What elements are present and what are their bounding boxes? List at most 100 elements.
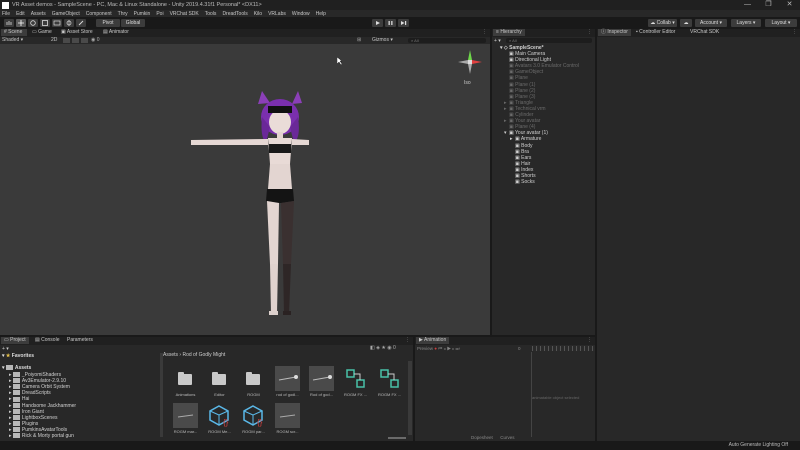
hierarchy-item[interactable]: ▣ Directional Light — [504, 57, 551, 63]
effects-toggle-icon[interactable] — [81, 38, 88, 43]
zoom-slider[interactable] — [388, 437, 406, 439]
breadcrumb-current[interactable]: Rod of Godly Might — [182, 352, 225, 358]
menu-tools[interactable]: Tools — [205, 11, 217, 17]
inspector-menu-icon[interactable]: ⋮ — [792, 29, 797, 36]
pivot-toggle[interactable]: Pivot — [96, 19, 120, 27]
hierarchy-search-input[interactable]: ⌕ All — [506, 38, 592, 43]
hierarchy-item[interactable]: ▸ ▣ Technical vrm — [504, 106, 546, 112]
animation-menu-icon[interactable]: ⋮ — [587, 337, 592, 344]
project-folder-item[interactable]: ▸ LightboxScenes — [9, 415, 58, 421]
assets-root-node[interactable]: ▾ Assets — [2, 365, 31, 371]
project-folder-item[interactable]: ▸ _PoiyomiShaders — [9, 372, 61, 378]
avatar-model[interactable] — [190, 89, 310, 335]
hierarchy-item[interactable]: ▣ Shorts — [510, 173, 536, 179]
hierarchy-item[interactable]: ▣ Bra — [510, 149, 529, 155]
play-button[interactable] — [372, 19, 383, 27]
project-folder-item[interactable]: ▸ Rick & Morty portal gun — [9, 433, 74, 439]
hierarchy-item[interactable]: ▣ Hair — [510, 161, 530, 167]
project-folder-item[interactable]: ▸ Hai — [9, 396, 29, 402]
tab-project[interactable]: ▭ Project — [1, 337, 29, 344]
dopesheet-tab[interactable]: Dopesheet — [471, 435, 493, 440]
close-button[interactable]: ✕ — [779, 0, 800, 10]
hidden-packages-icon[interactable]: ◉ — [387, 345, 391, 351]
move-tool-button[interactable] — [16, 19, 26, 27]
filter-label-icon[interactable]: ◈ — [376, 345, 380, 351]
tab-parameters[interactable]: Parameters — [64, 337, 96, 344]
tree-scrollbar[interactable] — [160, 353, 163, 437]
hierarchy-item[interactable]: ▣ Plane — [504, 75, 528, 81]
audio-toggle-icon[interactable] — [72, 38, 79, 43]
lighting-toggle-icon[interactable] — [63, 38, 70, 43]
scene-viewport[interactable]: Iso — [0, 44, 490, 335]
frame-field[interactable]: 0 — [518, 346, 521, 351]
tab-animator[interactable]: ▤ Animator — [100, 29, 136, 36]
hierarchy-item[interactable]: ▸ ▣ Armature — [510, 136, 541, 142]
preview-toggle[interactable]: Preview — [417, 346, 433, 351]
hierarchy-item[interactable]: ▣ Ears — [510, 155, 531, 161]
project-menu-icon[interactable]: ⋮ — [405, 337, 410, 344]
menu-window[interactable]: Window — [292, 11, 310, 17]
record-button[interactable]: ● — [434, 346, 437, 351]
menu-thry[interactable]: Thry — [118, 11, 128, 17]
menu-vrchat-sdk[interactable]: VRChat SDK — [170, 11, 199, 17]
first-key-icon[interactable]: ⏮ — [438, 346, 442, 351]
layout-dropdown[interactable]: Layout ▾ — [765, 19, 797, 27]
curves-tab[interactable]: Curves — [500, 435, 514, 440]
menu-vrlabs[interactable]: VRLabs — [268, 11, 286, 17]
hierarchy-item[interactable]: ▸ ▣ Triangle — [504, 100, 533, 106]
menu-assets[interactable]: Assets — [31, 11, 46, 17]
gizmos-dropdown[interactable]: Gizmos ▾ — [372, 37, 393, 44]
hierarchy-item[interactable]: ▣ Plane (4) — [504, 124, 535, 130]
hierarchy-item[interactable]: ▾ ▣ Your avatar (1) — [504, 130, 548, 136]
minimize-button[interactable]: — — [737, 0, 758, 10]
menu-component[interactable]: Component — [86, 11, 112, 17]
hierarchy-item[interactable]: ▣ Index — [510, 167, 533, 173]
hidden-objects-toggle[interactable]: ◉ 0 — [91, 37, 100, 44]
next-key-icon[interactable]: ▸ — [452, 346, 454, 351]
tab-controller-editor[interactable]: ▪ Controller Editor — [633, 29, 678, 36]
collab-dropdown[interactable]: ☁ Collab ▾ — [648, 19, 677, 27]
step-button[interactable] — [398, 19, 409, 27]
favorites-node[interactable]: ▾ ★ Favorites — [2, 353, 34, 359]
menu-pumkin[interactable]: Pumkin — [134, 11, 151, 17]
tab-asset-store[interactable]: ▣ Asset Store — [58, 29, 98, 36]
filter-type-icon[interactable]: ◧ — [370, 345, 375, 351]
camera-settings-icon[interactable]: ⊞ — [357, 37, 361, 44]
hierarchy-item[interactable]: ▣ Plane (2) — [504, 88, 535, 94]
orientation-gizmo[interactable] — [456, 48, 484, 78]
cloud-services-button[interactable]: ☁ — [680, 19, 692, 27]
project-folder-item[interactable]: ▸ Iron Giant — [9, 409, 44, 415]
account-dropdown[interactable]: Account ▾ — [695, 19, 727, 27]
tab-inspector[interactable]: ⓘ Inspector — [598, 29, 631, 36]
prev-key-icon[interactable]: ◂ — [444, 346, 446, 351]
last-key-icon[interactable]: ⏭ — [456, 346, 460, 351]
hierarchy-item[interactable]: ▸ ▣ Your avatar — [504, 118, 540, 124]
pause-button[interactable] — [385, 19, 396, 27]
menu-file[interactable]: File — [2, 11, 10, 17]
hierarchy-create-button[interactable]: + ▾ — [494, 38, 501, 44]
gizmo-projection-label[interactable]: Iso — [464, 80, 471, 86]
hierarchy-item[interactable]: ▣ Socks — [510, 179, 535, 185]
scene-tab-menu-icon[interactable]: ⋮ — [482, 29, 487, 35]
menu-dreadtools[interactable]: DreadTools — [222, 11, 247, 17]
hierarchy-item[interactable]: ▣ Main Camera — [504, 51, 545, 57]
custom-tool-button[interactable] — [76, 19, 86, 27]
menu-kilo[interactable]: Kilo — [254, 11, 262, 17]
project-folder-item[interactable]: ▸ Camera Orbit System — [9, 384, 70, 390]
maximize-button[interactable]: ❐ — [758, 0, 779, 10]
rotate-tool-button[interactable] — [28, 19, 38, 27]
project-folder-item[interactable]: ▸ PumkinsAvatarTools — [9, 427, 67, 433]
transform-tool-button[interactable] — [64, 19, 74, 27]
project-folder-item[interactable]: ▸ Av3Emulator-2.9.10 — [9, 378, 66, 384]
menu-poi[interactable]: Poi — [156, 11, 163, 17]
breadcrumb-assets[interactable]: Assets — [163, 352, 178, 358]
global-toggle[interactable]: Global — [121, 19, 145, 27]
2d-toggle[interactable]: 2D — [51, 37, 57, 44]
grid-scrollbar[interactable] — [408, 361, 412, 435]
hierarchy-item[interactable]: ▣ Plane (1) — [504, 82, 535, 88]
project-folder-item[interactable]: ▸ Handsome Jackhammer — [9, 403, 76, 409]
scene-search-input[interactable]: ⌕ All — [408, 38, 486, 43]
tab-animation[interactable]: ▶ Animation — [416, 337, 450, 344]
hierarchy-item[interactable]: ▣ Body — [510, 143, 533, 149]
tab-hierarchy[interactable]: ≡ Hierarchy — [493, 29, 525, 36]
